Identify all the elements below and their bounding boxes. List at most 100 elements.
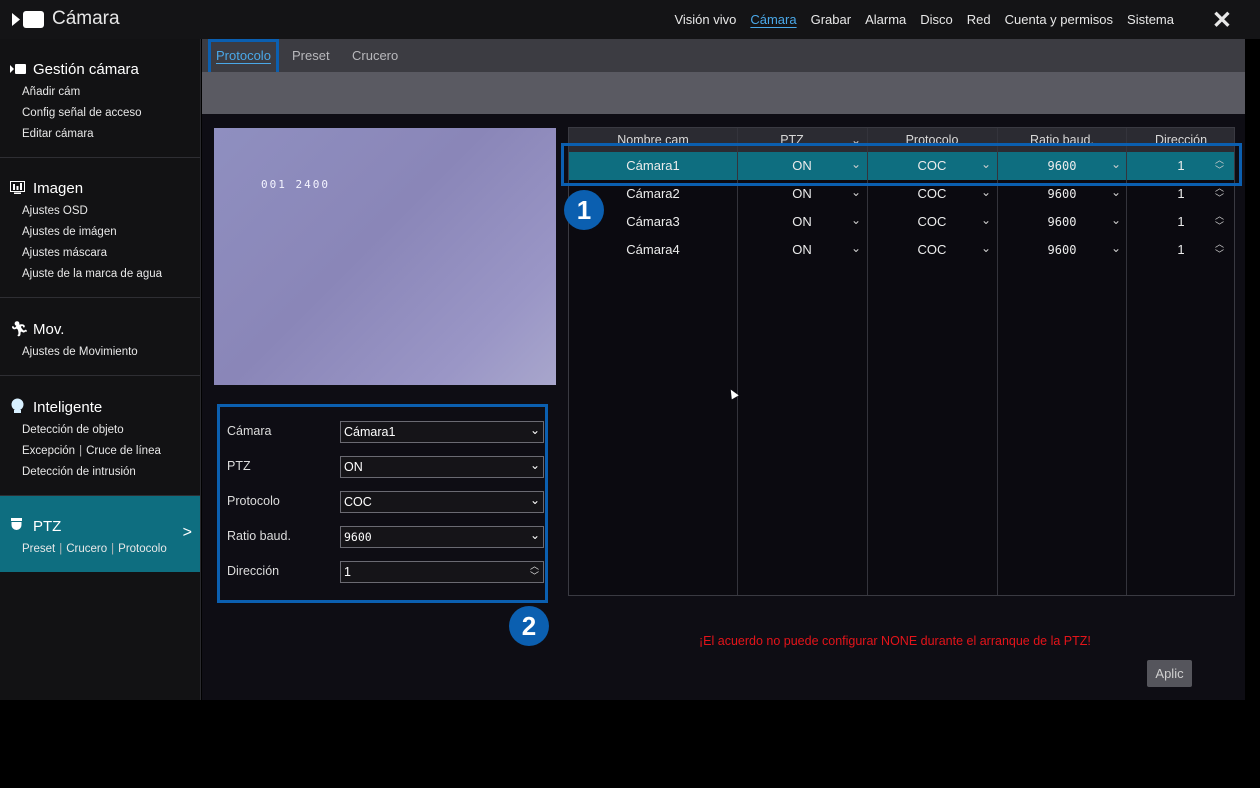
header-strip [202, 72, 1245, 114]
ptz-icon [10, 518, 28, 535]
sidebar-group-gestion-camara: Gestión cámara Añadir cám Config señal d… [0, 39, 200, 158]
intelligent-icon [10, 398, 28, 416]
sidebar-item-protocolo[interactable]: Protocolo [118, 543, 167, 555]
nav-red[interactable]: Red [967, 12, 991, 27]
camara-label: Cámara [227, 424, 272, 438]
spinner-icon[interactable]: ︿ ﹀ [1215, 183, 1224, 203]
sidebar-group-header[interactable]: Inteligente [0, 398, 200, 416]
column-divider [1126, 128, 1127, 595]
sidebar-item-ajustes-imagen[interactable]: Ajustes de imágen [0, 222, 200, 243]
cell-protocol[interactable]: COC [867, 214, 997, 229]
sidebar-item-config-senal[interactable]: Config señal de acceso [0, 103, 200, 124]
sidebar-item-anadir-cam[interactable]: Añadir cám [0, 82, 200, 103]
ptz-select[interactable]: ON ⌄ [340, 456, 544, 478]
sidebar-group-header[interactable]: Imagen [0, 180, 200, 197]
chevron-down-icon: ⌄ [529, 493, 540, 507]
sidebar-group-inteligente: Inteligente Detección de objeto Excepció… [0, 376, 200, 496]
protocolo-select-value: COC [344, 495, 372, 509]
camara-select-value: Cámara1 [344, 425, 396, 439]
nav-disco[interactable]: Disco [920, 12, 953, 27]
sidebar-group-header[interactable]: Gestión cámara [0, 61, 200, 78]
table-row[interactable]: Cámara3 ON ⌄ COC ⌄ 9600 ⌄ 1 ︿ ﹀ [569, 208, 1234, 236]
cell-ptz[interactable]: ON [737, 214, 867, 229]
chevron-down-icon[interactable]: ⌄ [851, 241, 861, 255]
cell-protocol[interactable]: COC [867, 242, 997, 257]
cell-ptz[interactable]: ON [737, 242, 867, 257]
sidebar-group-header[interactable]: PTZ [0, 518, 200, 535]
protocolo-label: Protocolo [227, 494, 280, 508]
direccion-label: Dirección [227, 564, 280, 578]
chevron-down-icon[interactable]: ⌄ [1111, 185, 1121, 199]
cell-ptz[interactable]: ON [737, 186, 867, 201]
chevron-down-icon[interactable]: ⌄ [851, 213, 861, 227]
sidebar-item-ajustes-osd[interactable]: Ajustes OSD [0, 201, 200, 222]
ptz-select-value: ON [344, 460, 363, 474]
protocolo-select[interactable]: COC ⌄ [340, 491, 544, 513]
form-row-protocolo: Protocolo COC ⌄ [227, 491, 544, 513]
sidebar-group-mov: 🏃︎ Mov. Ajustes de Movimiento [0, 298, 200, 376]
column-divider [997, 128, 998, 595]
sidebar-item-editar-camara[interactable]: Editar cámara [0, 124, 200, 145]
sidebar-item-ajustes-mascara[interactable]: Ajustes máscara [0, 243, 200, 264]
cell-baud[interactable]: 9600 [997, 187, 1127, 201]
sidebar-item-crucero[interactable]: Crucero [66, 543, 107, 555]
cell-protocol[interactable]: COC [867, 186, 997, 201]
sidebar-group-title: Imagen [33, 180, 84, 197]
camara-select[interactable]: Cámara1 ⌄ [340, 421, 544, 443]
close-icon[interactable]: ✕ [1212, 6, 1232, 35]
callout-badge-1: 1 [564, 190, 604, 230]
cell-baud[interactable]: 9600 [997, 243, 1127, 257]
sidebar: Gestión cámara Añadir cám Config señal d… [0, 39, 201, 700]
sidebar-item-ptz-links: Preset | Crucero | Protocolo [22, 543, 167, 555]
sidebar-group-imagen: Imagen Ajustes OSD Ajustes de imágen Aju… [0, 158, 200, 298]
chevron-down-icon[interactable]: ⌄ [981, 185, 991, 199]
nav-grabar[interactable]: Grabar [811, 12, 851, 27]
chevron-down-icon: ⌄ [529, 528, 540, 542]
sidebar-item-deteccion-intrusion[interactable]: Detección de intrusión [0, 462, 200, 483]
cell-baud[interactable]: 9600 [997, 215, 1127, 229]
tab-preset[interactable]: Preset [292, 48, 330, 63]
selected-row-highlight-box [561, 143, 1242, 186]
chevron-down-icon: ⌄ [529, 423, 540, 437]
nav-vision-vivo[interactable]: Visión vivo [674, 12, 736, 27]
right-edge [1245, 39, 1260, 700]
camera-ptz-table: Nombre cam PTZ ⌄ Protocolo Ratio baud. D… [568, 127, 1235, 596]
spinner-icon[interactable]: ︿ ﹀ [1215, 211, 1224, 231]
sidebar-item-ajustes-movimiento[interactable]: Ajustes de Movimiento [0, 342, 200, 363]
sidebar-item-marca-agua[interactable]: Ajuste de la marca de agua [0, 264, 200, 285]
nav-alarma[interactable]: Alarma [865, 12, 906, 27]
form-row-camara: Cámara Cámara1 ⌄ [227, 421, 544, 443]
chevron-down-icon[interactable]: ⌄ [1111, 213, 1121, 227]
nav-cuenta-permisos[interactable]: Cuenta y permisos [1005, 12, 1113, 27]
chevron-down-icon[interactable]: ⌄ [851, 185, 861, 199]
spinner-icon[interactable]: ︿ ﹀ [530, 561, 539, 581]
preview-osd-text: 001 2400 [261, 178, 330, 191]
camera-icon [10, 62, 28, 77]
sidebar-item-cruce-linea[interactable]: Cruce de línea [86, 445, 161, 457]
chevron-down-icon[interactable]: ⌄ [981, 241, 991, 255]
camera-preview: 001 2400 [214, 128, 556, 385]
tab-crucero[interactable]: Crucero [352, 48, 398, 63]
sidebar-item-excepcion[interactable]: Excepción [22, 445, 75, 457]
chevron-down-icon[interactable]: ⌄ [1111, 241, 1121, 255]
apply-button[interactable]: Aplic [1147, 660, 1192, 687]
sidebar-group-header[interactable]: 🏃︎ Mov. [0, 320, 200, 339]
chevron-right-icon: > [182, 524, 192, 541]
spinner-icon[interactable]: ︿ ﹀ [1215, 239, 1224, 259]
motion-icon: 🏃︎ [10, 321, 30, 338]
ratio-baud-select[interactable]: 9600 ⌄ [340, 526, 544, 548]
sidebar-group-title: Mov. [33, 320, 65, 338]
chevron-down-icon: ⌄ [529, 458, 540, 472]
nav-sistema[interactable]: Sistema [1127, 12, 1174, 27]
chevron-down-icon[interactable]: ⌄ [981, 213, 991, 227]
form-row-ptz: PTZ ON ⌄ [227, 456, 544, 478]
table-row[interactable]: Cámara4 ON ⌄ COC ⌄ 9600 ⌄ 1 ︿ ﹀ [569, 236, 1234, 264]
callout-badge-2: 2 [509, 606, 549, 646]
direccion-stepper-value: 1 [344, 565, 351, 579]
direccion-stepper[interactable]: 1 ︿ ﹀ [340, 561, 544, 583]
sidebar-item-preset[interactable]: Preset [22, 543, 55, 555]
app-title: Cámara [52, 8, 120, 29]
nav-camara[interactable]: Cámara [750, 12, 796, 27]
sidebar-item-deteccion-objeto[interactable]: Detección de objeto [0, 420, 200, 441]
sidebar-group-title: Inteligente [33, 398, 103, 416]
